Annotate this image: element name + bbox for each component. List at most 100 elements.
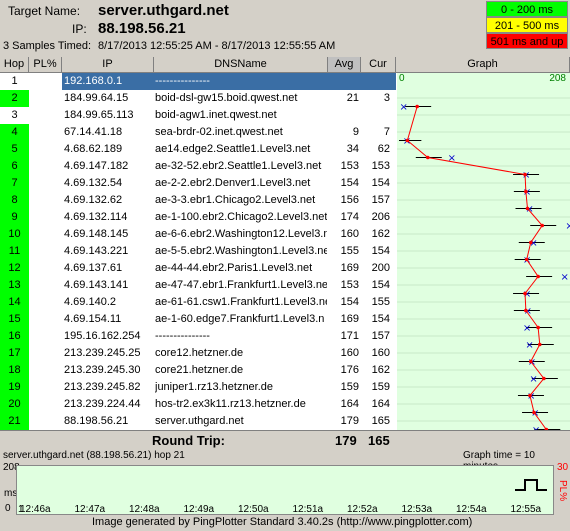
col-cur[interactable]: Cur <box>361 57 396 73</box>
hop-row[interactable]: 8 4.69.132.62 ae-3-3.ebr1.Chicago2.Level3.… <box>0 192 396 209</box>
col-graph[interactable]: Graph <box>396 57 570 73</box>
hop-row[interactable]: 15 4.69.154.11 ae-1-60.edge7.Frankfurt1.Le… <box>0 311 396 328</box>
hop-number: 21 <box>0 413 29 430</box>
hop-avg <box>328 107 359 124</box>
timeline-tick: 12:49a <box>183 504 215 515</box>
hop-pl <box>29 396 61 413</box>
hop-pl <box>29 379 61 396</box>
target-ip: 88.198.56.21 <box>98 20 186 37</box>
timeline-tick: 12:55a <box>510 504 542 515</box>
col-hop[interactable]: Hop <box>0 57 29 73</box>
hop-cur: 155 <box>371 296 390 308</box>
hop-pl <box>29 226 61 243</box>
hop-row[interactable]: 2 184.99.64.15 boid-dsl-gw15.boid.qwest.ne… <box>0 90 396 107</box>
col-avg[interactable]: Avg <box>328 57 361 73</box>
hop-cur: 160 <box>371 347 390 359</box>
roundtrip-bar: Round Trip: 179 165 <box>0 430 570 450</box>
hop-avg: 34 <box>346 143 359 155</box>
hop-number: 2 <box>0 90 29 107</box>
col-dns[interactable]: DNSName <box>154 57 328 73</box>
hop-number: 3 <box>0 107 29 124</box>
timeline-pl-label: PL% <box>557 480 568 502</box>
hop-ip: 67.14.41.18 <box>64 126 123 138</box>
hop-number: 19 <box>0 379 29 396</box>
hop-dns: ae-5-5.ebr2.Washington1.Level3.ne <box>155 245 327 257</box>
hop-ip: 88.198.56.21 <box>64 415 129 427</box>
graph-cur-marker: × <box>565 221 570 232</box>
graph-avg-point <box>405 138 410 143</box>
hop-row[interactable]: 21 88.198.56.21 server.uthgard.net 179 165 <box>0 413 396 430</box>
footer-credit: Image generated by PingPlotter Standard … <box>92 516 473 528</box>
hop-cur: 7 <box>383 126 390 138</box>
roundtrip-cur: 165 <box>368 433 390 448</box>
col-ip[interactable]: IP <box>62 57 154 73</box>
hop-avg: 174 <box>340 211 359 223</box>
graph-cur-marker: × <box>560 272 568 283</box>
hop-dns: ae-44-44.ebr2.Paris1.Level3.net <box>155 262 313 274</box>
hop-dns: ae-61-61.csw1.Frankfurt1.Level3.ne <box>155 296 327 308</box>
timeline-title: server.uthgard.net (88.198.56.21) hop 21 <box>3 450 185 461</box>
hop-pl <box>29 362 61 379</box>
hop-dns: --------------- <box>155 330 210 342</box>
hop-pl <box>29 158 61 175</box>
hop-pl <box>29 107 61 124</box>
hop-row[interactable]: 1 192.168.0.1 --------------- <box>0 73 396 90</box>
hop-avg: 155 <box>340 245 359 257</box>
timeline-tick: 12:50a <box>238 504 269 515</box>
hop-cur: 165 <box>371 415 390 427</box>
hop-cur: 154 <box>371 245 390 257</box>
hop-ip: 4.69.137.61 <box>64 262 123 274</box>
hop-number: 18 <box>0 362 29 379</box>
hop-row[interactable]: 6 4.69.147.182 ae-32-52.ebr2.Seattle1.Leve… <box>0 158 396 175</box>
hop-pl <box>29 175 61 192</box>
hop-row[interactable]: 20 213.239.224.44 hos-tr2.ex3k11.rz13.hetz… <box>0 396 396 413</box>
hop-pl <box>29 124 61 141</box>
hop-row[interactable]: 14 4.69.140.2 ae-61-61.csw1.Frankfurt1.Lev… <box>0 294 396 311</box>
graph-avg-point <box>415 104 419 109</box>
hop-number: 13 <box>0 277 29 294</box>
graph-avg-point <box>537 342 542 347</box>
graph-avg-point <box>425 155 430 160</box>
hop-row[interactable]: 5 4.68.62.189 ae14.edge2.Seattle1.Level3.n… <box>0 141 396 158</box>
col-pl[interactable]: PL% <box>29 57 62 73</box>
hop-pl <box>29 243 61 260</box>
hop-ip: 4.69.132.62 <box>64 194 123 206</box>
hop-number: 6 <box>0 158 29 175</box>
hop-row[interactable]: 13 4.69.143.141 ae-47-47.ebr1.Frankfurt1.L… <box>0 277 396 294</box>
legend-red: 501 ms and up <box>486 33 568 49</box>
hop-dns: juniper1.rz13.hetzner.de <box>155 381 274 393</box>
hop-row[interactable]: 10 4.69.148.145 ae-6-6.ebr2.Washington12.L… <box>0 226 396 243</box>
hop-row[interactable]: 18 213.239.245.30 core21.hetzner.de 176 162 <box>0 362 396 379</box>
hop-ip: 184.99.65.113 <box>64 109 134 121</box>
hop-cur: 154 <box>371 279 390 291</box>
graph-avg-point <box>536 274 540 279</box>
hop-avg <box>328 73 359 90</box>
graph-cur-marker: × <box>529 374 537 385</box>
hop-avg: 164 <box>340 398 359 410</box>
hop-row[interactable]: 4 67.14.41.18 sea-brdr-02.inet.qwest.net 9 7 <box>0 124 396 141</box>
graph-avg-point <box>523 291 527 296</box>
hop-row[interactable]: 9 4.69.132.114 ae-1-100.ebr2.Chicago2.Leve… <box>0 209 396 226</box>
hop-pl <box>29 277 61 294</box>
trace-grid: Hop PL% IP DNSName Avg Cur Graph 1 192.16… <box>0 57 570 450</box>
timeline-tick: 12:48a <box>129 504 160 515</box>
target-label: Target Name: <box>8 4 81 18</box>
hop-ip: 4.69.148.145 <box>64 228 129 240</box>
hop-row[interactable]: 12 4.69.137.61 ae-44-44.ebr2.Paris1.Level3… <box>0 260 396 277</box>
hop-row[interactable]: 7 4.69.132.54 ae-2-2.ebr2.Denver1.Level3.n… <box>0 175 396 192</box>
hop-avg: 21 <box>346 92 359 104</box>
hop-cur: 3 <box>383 92 390 104</box>
hop-cur: 200 <box>371 262 390 274</box>
hop-dns: --------------- <box>155 75 210 87</box>
hop-row[interactable]: 11 4.69.143.221 ae-5-5.ebr2.Washington1.Le… <box>0 243 396 260</box>
hop-row[interactable]: 3 184.99.65.113 boid-agw1.inet.qwest.net <box>0 107 396 124</box>
samples-label: 3 Samples Timed: <box>3 40 92 52</box>
hop-dns: ae-2-2.ebr2.Denver1.Level3.net <box>155 177 311 189</box>
hop-row[interactable]: 16 195.16.162.254 --------------- 171 157 <box>0 328 396 345</box>
hop-avg: 176 <box>340 364 359 376</box>
hop-number: 5 <box>0 141 29 158</box>
hop-row[interactable]: 19 213.239.245.82 juniper1.rz13.hetzner.de… <box>0 379 396 396</box>
hop-number: 9 <box>0 209 29 226</box>
hop-number: 17 <box>0 345 29 362</box>
hop-row[interactable]: 17 213.239.245.25 core12.hetzner.de 160 160 <box>0 345 396 362</box>
